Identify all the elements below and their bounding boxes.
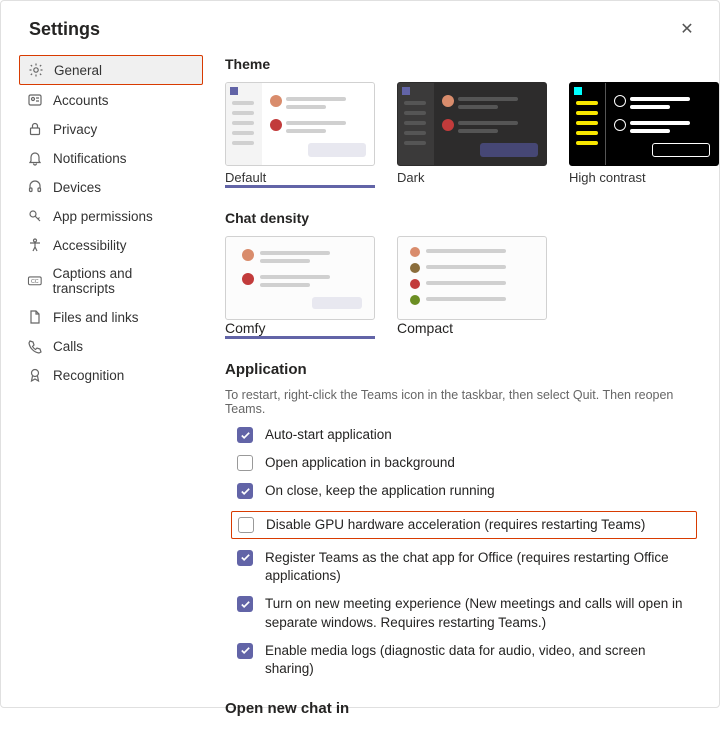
accounts-icon: [27, 92, 43, 108]
density-label: Comfy: [225, 320, 375, 336]
density-section-title: Chat density: [225, 210, 697, 226]
check-label: Disable GPU hardware acceleration (requi…: [266, 516, 690, 534]
theme-label: Default: [225, 166, 375, 185]
check-label: Auto-start application: [265, 426, 697, 444]
page-title: Settings: [29, 19, 100, 40]
check-label: On close, keep the application running: [265, 482, 697, 500]
application-hint: To restart, right-click the Teams icon i…: [225, 388, 697, 416]
sidebar-item-recognition[interactable]: Recognition: [19, 361, 203, 389]
sidebar-item-files[interactable]: Files and links: [19, 303, 203, 331]
theme-option-dark[interactable]: Dark: [397, 82, 547, 188]
badge-icon: [27, 367, 43, 383]
sidebar-item-privacy[interactable]: Privacy: [19, 115, 203, 143]
headset-icon: [27, 179, 43, 195]
key-icon: [27, 208, 43, 224]
gear-icon: [28, 62, 44, 78]
checkbox-icon: [237, 596, 253, 612]
density-option-compact[interactable]: Compact: [397, 236, 547, 339]
accessibility-icon: [27, 237, 43, 253]
check-new-meeting-experience[interactable]: Turn on new meeting experience (New meet…: [237, 595, 697, 631]
sidebar-item-app-permissions[interactable]: App permissions: [19, 202, 203, 230]
sidebar-item-calls[interactable]: Calls: [19, 332, 203, 360]
check-label: Open application in background: [265, 454, 697, 472]
bell-icon: [27, 150, 43, 166]
sidebar-item-devices[interactable]: Devices: [19, 173, 203, 201]
sidebar-item-label: App permissions: [53, 209, 153, 224]
check-auto-start[interactable]: Auto-start application: [237, 426, 697, 444]
check-label: Turn on new meeting experience (New meet…: [265, 595, 697, 631]
checkbox-icon: [237, 550, 253, 566]
sidebar-item-label: Privacy: [53, 122, 97, 137]
checkbox-icon: [237, 455, 253, 471]
sidebar-item-label: Devices: [53, 180, 101, 195]
sidebar-item-label: Recognition: [53, 368, 124, 383]
density-label: Compact: [397, 320, 547, 336]
application-section-title: Application: [225, 361, 697, 378]
sidebar-item-accessibility[interactable]: Accessibility: [19, 231, 203, 259]
sidebar-item-label: Files and links: [53, 310, 139, 325]
checkbox-icon: [237, 483, 253, 499]
sidebar-item-label: Notifications: [53, 151, 127, 166]
phone-icon: [27, 338, 43, 354]
sidebar-item-accounts[interactable]: Accounts: [19, 86, 203, 114]
sidebar-item-label: Accounts: [53, 93, 109, 108]
close-button[interactable]: ✕: [677, 19, 697, 39]
checkbox-icon: [238, 517, 254, 533]
sidebar-item-label: Calls: [53, 339, 83, 354]
settings-sidebar: General Accounts Privacy Notifications D…: [19, 50, 207, 739]
sidebar-item-general[interactable]: General: [19, 55, 203, 85]
sidebar-item-label: General: [54, 63, 102, 78]
cc-icon: CC: [27, 273, 43, 289]
theme-option-default[interactable]: Default: [225, 82, 375, 188]
check-label: Register Teams as the chat app for Offic…: [265, 549, 697, 585]
lock-icon: [27, 121, 43, 137]
theme-option-high-contrast[interactable]: High contrast: [569, 82, 719, 188]
sidebar-item-label: Accessibility: [53, 238, 127, 253]
check-open-background[interactable]: Open application in background: [237, 454, 697, 472]
sidebar-item-captions[interactable]: CC Captions and transcripts: [19, 260, 203, 302]
theme-label: Dark: [397, 166, 547, 185]
checkbox-icon: [237, 643, 253, 659]
check-on-close-keep-running[interactable]: On close, keep the application running: [237, 482, 697, 500]
check-disable-gpu[interactable]: Disable GPU hardware acceleration (requi…: [231, 511, 697, 539]
checkbox-icon: [237, 427, 253, 443]
sidebar-item-notifications[interactable]: Notifications: [19, 144, 203, 172]
open-chat-section-title: Open new chat in: [225, 700, 697, 717]
theme-label: High contrast: [569, 166, 719, 185]
theme-section-title: Theme: [225, 56, 697, 72]
svg-text:CC: CC: [31, 279, 39, 285]
density-option-comfy[interactable]: Comfy: [225, 236, 375, 339]
check-register-chat-app[interactable]: Register Teams as the chat app for Offic…: [237, 549, 697, 585]
file-icon: [27, 309, 43, 325]
sidebar-item-label: Captions and transcripts: [53, 266, 195, 296]
check-label: Enable media logs (diagnostic data for a…: [265, 642, 697, 678]
close-icon: ✕: [680, 19, 693, 39]
check-enable-media-logs[interactable]: Enable media logs (diagnostic data for a…: [237, 642, 697, 678]
